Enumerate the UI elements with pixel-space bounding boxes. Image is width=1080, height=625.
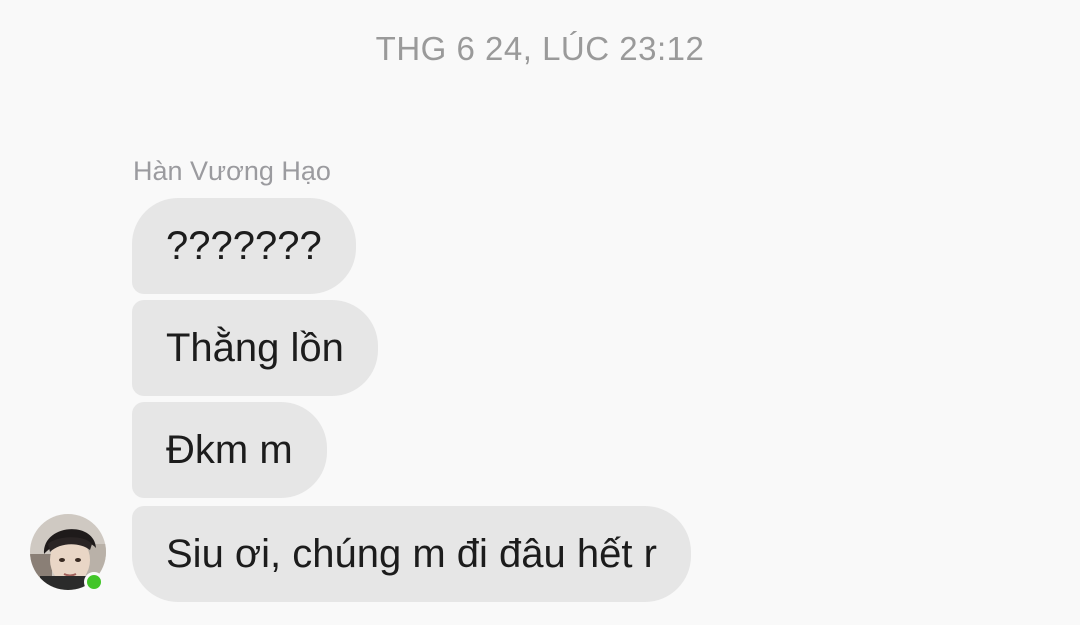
message-bubble[interactable]: Đkm m xyxy=(132,402,327,498)
sender-avatar[interactable] xyxy=(30,514,106,592)
online-status-dot xyxy=(84,572,104,592)
message-bubble[interactable]: ??????? xyxy=(132,198,356,294)
message-text: Siu ơi, chúng m đi đâu hết r xyxy=(166,532,657,576)
message-text: Thằng lồn xyxy=(166,326,344,370)
message-text: Đkm m xyxy=(166,428,293,472)
message-bubble[interactable]: Thằng lồn xyxy=(132,300,378,396)
sender-name: Hàn Vương Hạo xyxy=(133,156,331,186)
message-text: ??????? xyxy=(166,224,322,268)
chat-timestamp: THG 6 24, LÚC 23:12 xyxy=(375,30,705,67)
message-bubble[interactable]: Siu ơi, chúng m đi đâu hết r xyxy=(132,506,691,602)
